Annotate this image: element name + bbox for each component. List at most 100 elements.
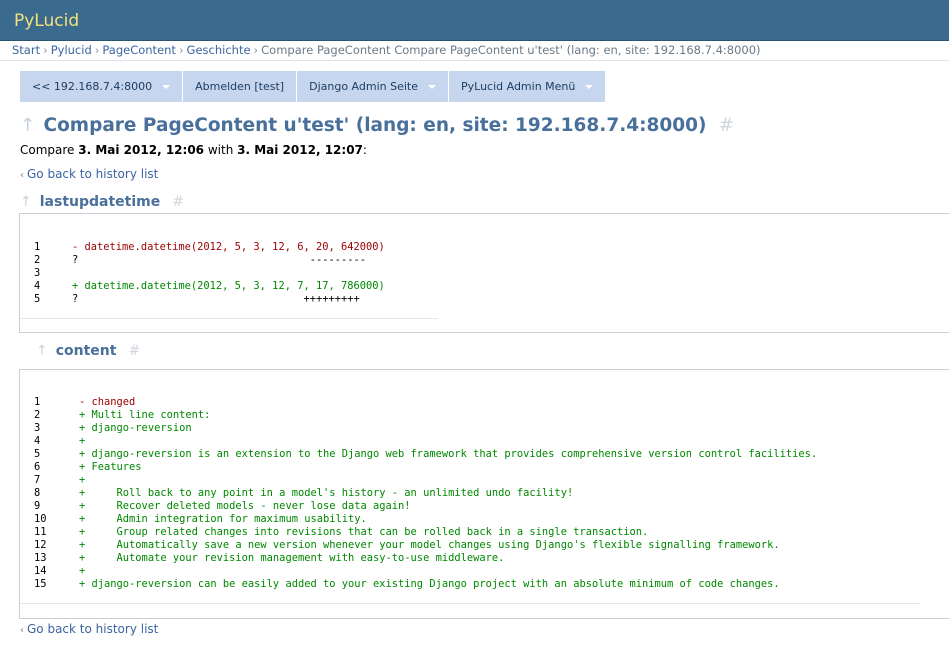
chevron-down-icon (585, 84, 594, 89)
menu-item-django-admin[interactable]: Django Admin Seite (297, 71, 449, 102)
diff-table: 1 - changed 2 + Multi line content: 3 + djang… (20, 396, 920, 604)
diff-line: 5 ? +++++++++ (20, 293, 438, 306)
line-text: + Group related changes into revisions t… (79, 526, 649, 538)
diff-line: 4 + datetime.datetime(2012, 5, 3, 12, 7, … (20, 280, 438, 293)
compare-with: with (207, 143, 234, 157)
section-heading-text: content (55, 343, 117, 359)
compare-prefix: Compare (20, 143, 75, 157)
line-text: - datetime.datetime(2012, 5, 3, 12, 6, 2… (72, 241, 385, 253)
chevron-down-icon (427, 84, 436, 89)
line-number: 2 (34, 409, 41, 421)
diff-line: 15 + django-reversion can be easily added… (20, 578, 920, 591)
diff-line: 2 + Multi line content: (20, 409, 920, 422)
line-number: 4 (34, 435, 41, 447)
diff-line: 14 + (20, 565, 920, 578)
menu-item-logout[interactable]: Abmelden [test] (183, 71, 298, 102)
diff-line: 2 ? --------- (20, 254, 438, 267)
admin-menubar: << 192.168.7.4:8000 Abmelden [test] Djan… (20, 71, 606, 102)
line-number: 1 (34, 241, 41, 253)
diff-line: 9 + Recover deleted models - never lose d… (20, 500, 920, 513)
diff-line: 12 + Automatically save a new version whe… (20, 539, 920, 552)
breadcrumb-current: Compare PageContent Compare PageContent … (261, 43, 761, 57)
diff-box-lastupdatetime: 1 - datetime.datetime(2012, 5, 3, 12, 6, … (19, 213, 949, 333)
line-number: 6 (34, 461, 41, 473)
line-text: + Multi line content: (79, 409, 211, 421)
menu-item-label: PyLucid Admin Menü (460, 80, 576, 93)
menu-item-pylucid-admin[interactable]: PyLucid Admin Menü (448, 71, 606, 102)
back-to-history-link[interactable]: ‹ Go back to history list (20, 622, 158, 636)
breadcrumb-separator: › (43, 43, 48, 57)
arrow-up-icon[interactable]: ↑ (20, 194, 32, 210)
anchor-icon[interactable]: # (128, 343, 140, 359)
diff-table: 1 - datetime.datetime(2012, 5, 3, 12, 6, … (20, 241, 438, 319)
breadcrumb-link-pylucid[interactable]: Pylucid (51, 43, 92, 57)
breadcrumb-link-pagecontent[interactable]: PageContent (102, 43, 176, 57)
compare-suffix: : (362, 143, 367, 157)
back-to-history-link[interactable]: ‹ Go back to history list (20, 167, 158, 181)
menu-item-label: Django Admin Seite (309, 80, 418, 93)
line-number: 12 (34, 539, 47, 551)
back-link-label: Go back to history list (27, 167, 159, 181)
line-text: + (79, 474, 86, 486)
line-number: 15 (34, 578, 47, 590)
page-title-text: Compare PageContent u'test' (lang: en, s… (43, 115, 707, 136)
diff-line: 8 + Roll back to any point in a model's h… (20, 487, 920, 500)
line-number: 3 (34, 422, 41, 434)
breadcrumb-link-start[interactable]: Start (12, 43, 40, 57)
line-text: + django-reversion (79, 422, 192, 434)
line-number: 14 (34, 565, 47, 577)
compare-summary: Compare 3. Mai 2012, 12:06 with 3. Mai 2… (20, 143, 367, 157)
back-link-label: Go back to history list (27, 622, 159, 636)
chevron-down-icon (162, 84, 171, 89)
line-number: 9 (34, 500, 41, 512)
divider (0, 60, 949, 61)
menu-item-site[interactable]: << 192.168.7.4:8000 (20, 71, 184, 102)
line-text: + django-reversion can be easily added t… (79, 578, 780, 590)
line-text: + Automatically save a new version whene… (79, 539, 780, 551)
line-number: 2 (34, 254, 41, 266)
page-title: ↑ Compare PageContent u'test' (lang: en, … (20, 115, 734, 136)
breadcrumb-separator: › (178, 43, 184, 57)
menu-item-label: << 192.168.7.4:8000 (32, 80, 153, 93)
diff-line: 11 + Group related changes into revisions… (20, 526, 920, 539)
line-number: 11 (34, 526, 47, 538)
site-title[interactable]: PyLucid (14, 11, 79, 31)
diff-line: 3 (20, 267, 438, 280)
line-text: + (79, 565, 86, 577)
line-number: 7 (34, 474, 41, 486)
line-text: + datetime.datetime(2012, 5, 3, 12, 7, 1… (72, 280, 385, 292)
breadcrumb-link-geschichte[interactable]: Geschichte (187, 43, 251, 57)
line-number: 3 (34, 267, 41, 279)
date-to: 3. Mai 2012, 12:07 (237, 143, 363, 157)
arrow-up-icon[interactable]: ↑ (20, 115, 36, 136)
diff-line: 1 - datetime.datetime(2012, 5, 3, 12, 6, … (20, 241, 438, 254)
line-number: 10 (34, 513, 47, 525)
line-text: + django-reversion is an extension to th… (79, 448, 818, 460)
site-header: PyLucid (0, 0, 949, 41)
breadcrumb: Start › Pylucid › PageContent › Geschichte › Com… (12, 43, 761, 57)
chevron-left-icon: ‹ (20, 625, 24, 636)
line-number: 8 (34, 487, 41, 499)
section-heading-content: ↑ content # (36, 343, 140, 359)
chevron-left-icon: ‹ (20, 170, 24, 181)
anchor-icon[interactable]: # (718, 115, 734, 136)
line-number: 5 (34, 293, 41, 305)
section-heading-text: lastupdatetime (39, 194, 161, 210)
anchor-icon[interactable]: # (172, 194, 184, 210)
arrow-up-icon[interactable]: ↑ (36, 343, 48, 359)
section-heading-lastupdatetime: ↑ lastupdatetime # (20, 194, 184, 210)
breadcrumb-separator: › (94, 43, 100, 57)
line-number: 4 (34, 280, 41, 292)
breadcrumb-separator: › (253, 43, 259, 57)
line-number: 1 (34, 396, 41, 408)
line-text: + Features (79, 461, 142, 473)
line-text: + Admin integration for maximum usabilit… (79, 513, 367, 525)
line-text: + (79, 435, 86, 447)
menu-item-label: Abmelden [test] (195, 80, 285, 93)
line-number: 13 (34, 552, 47, 564)
line-text: - changed (79, 396, 136, 408)
line-text: + Automate your revision management with… (79, 552, 505, 564)
line-number: 5 (34, 448, 41, 460)
diff-box-content: 1 - changed 2 + Multi line content: 3 + djang… (19, 369, 949, 619)
diff-line: 6 + Features (20, 461, 920, 474)
